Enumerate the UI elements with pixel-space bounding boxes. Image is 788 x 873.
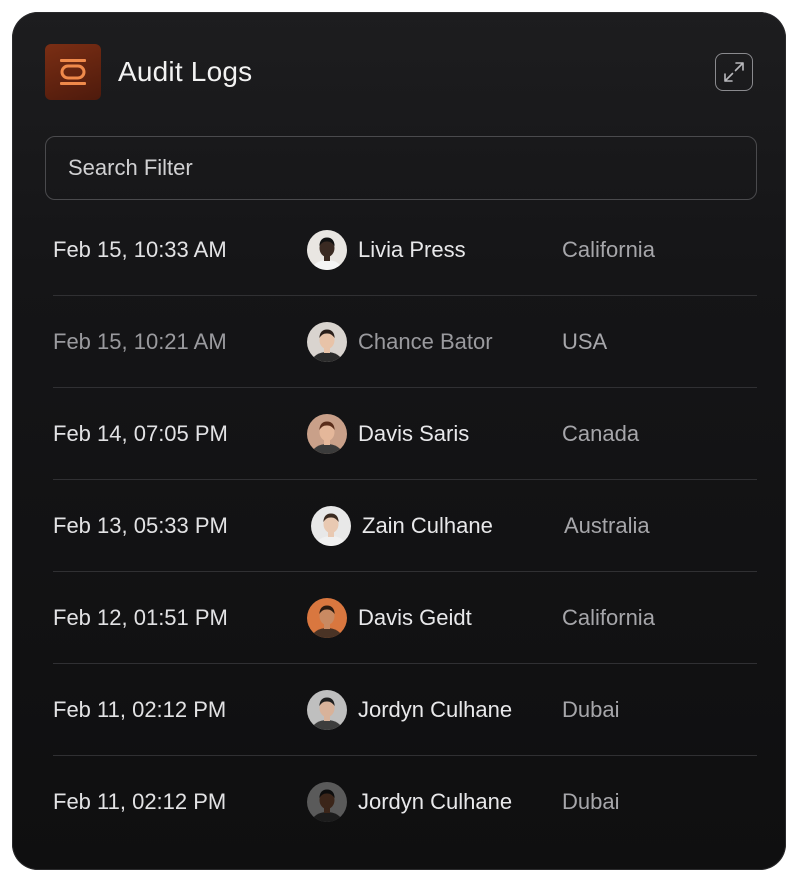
log-user-name: Jordyn Culhane (358, 696, 513, 722)
audit-log-list: Feb 15, 10:33 AM Livia Press California … (53, 204, 757, 847)
log-user-name: Davis Saris (358, 420, 470, 446)
log-location: Australia (564, 512, 650, 538)
expand-button[interactable] (715, 53, 753, 91)
log-date: Feb 14, 07:05 PM (53, 420, 228, 446)
log-date: Feb 11, 02:12 PM (53, 696, 227, 722)
table-row[interactable]: Feb 15, 10:21 AM Chance Bator USA (53, 296, 757, 388)
log-date: Feb 13, 05:33 PM (53, 512, 228, 538)
log-date: Feb 11, 02:12 PM (53, 788, 227, 814)
log-location: Dubai (562, 696, 620, 722)
table-row[interactable]: Feb 13, 05:33 PM Zain Culhane Australia (53, 480, 757, 572)
log-user-name: Jordyn Culhane (358, 788, 513, 814)
audit-logs-card: Audit Logs Feb 15, 10:33 AM Livia Press … (12, 12, 786, 870)
avatar (307, 413, 347, 454)
card-header: Audit Logs (45, 44, 753, 100)
table-row[interactable]: Feb 11, 02:12 PM Jordyn Culhane Dubai (53, 756, 757, 847)
avatar (311, 505, 351, 546)
table-row[interactable]: Feb 14, 07:05 PM Davis Saris Canada (53, 388, 757, 480)
log-user-name: Chance Bator (358, 328, 493, 354)
log-location: Canada (562, 420, 640, 446)
table-row[interactable]: Feb 15, 10:33 AM Livia Press California (53, 204, 757, 296)
log-location: USA (562, 328, 608, 354)
avatar (307, 781, 347, 822)
table-row[interactable]: Feb 11, 02:12 PM Jordyn Culhane Dubai (53, 664, 757, 756)
avatar (307, 689, 347, 730)
avatar (307, 321, 347, 362)
log-location: Dubai (562, 788, 620, 814)
page-title: Audit Logs (118, 56, 253, 87)
log-date: Feb 15, 10:21 AM (53, 328, 227, 354)
table-row[interactable]: Feb 12, 01:51 PM Davis Geidt California (53, 572, 757, 664)
stack-icon (45, 44, 101, 100)
log-location: California (562, 604, 655, 630)
log-date: Feb 15, 10:33 AM (53, 236, 227, 262)
log-user-name: Zain Culhane (362, 512, 493, 538)
expand-icon (724, 62, 744, 82)
search-input[interactable] (46, 137, 756, 199)
avatar (307, 229, 347, 270)
log-user-name: Livia Press (358, 236, 466, 262)
search-field[interactable] (45, 136, 757, 200)
avatar (307, 597, 347, 638)
log-location: California (562, 236, 655, 262)
log-date: Feb 12, 01:51 PM (53, 604, 228, 630)
log-user-name: Davis Geidt (358, 604, 472, 630)
